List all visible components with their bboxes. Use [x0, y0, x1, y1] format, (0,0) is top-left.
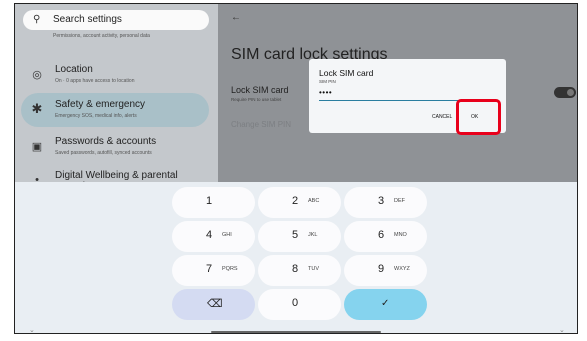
back-arrow-icon[interactable]: ← — [231, 12, 241, 23]
lock-sim-toggle[interactable] — [554, 87, 576, 98]
key-letters: WXYZ — [394, 266, 410, 272]
key-4[interactable]: 4 GHI — [172, 221, 255, 252]
settings-sidebar: ⚲ Search settings Permissions, account a… — [15, 4, 218, 192]
lock-sim-title[interactable]: Lock SIM card — [231, 85, 289, 95]
numeric-keypad: 1 2 ABC 3 DEF 4 GHI 5 JKL 6 MNO 7 PQRS 8… — [15, 182, 577, 333]
key-letters: PQRS — [222, 266, 238, 272]
search-bar[interactable]: ⚲ Search settings — [23, 10, 209, 30]
key-digit: 8 — [292, 263, 299, 275]
sidebar-item-subtitle: On · 0 apps have access to location — [55, 78, 135, 84]
key-digit: 6 — [378, 229, 385, 241]
key-digit: 0 — [292, 297, 299, 309]
key-5[interactable]: 5 JKL — [258, 221, 341, 252]
change-pin-item: Change SIM PIN — [231, 120, 292, 129]
enter-key[interactable]: ✓ — [344, 289, 427, 320]
pin-input[interactable]: •••• — [319, 88, 332, 97]
key-letters: DEF — [394, 198, 405, 204]
key-digit: 3 — [378, 195, 385, 207]
key-digit: 4 — [206, 229, 213, 241]
gesture-nav-bar[interactable] — [211, 331, 381, 333]
key-letters: MNO — [394, 232, 407, 238]
sidebar-item-safety[interactable]: ✱ Safety & emergency Emergency SOS, medi… — [21, 93, 209, 127]
backspace-icon: ⌫ — [207, 298, 223, 310]
privacy-subtitle: Permissions, account activity, personal … — [53, 33, 150, 39]
sidebar-item-title: Safety & emergency — [55, 99, 146, 110]
accounts-icon: ▣ — [31, 141, 43, 153]
keyboard-icon[interactable]: ⌄ — [559, 326, 565, 333]
key-digit: 2 — [292, 195, 299, 207]
search-placeholder: Search settings — [53, 14, 122, 25]
sidebar-item-title: Passwords & accounts — [55, 136, 157, 147]
key-letters: ABC — [308, 198, 320, 204]
key-digit: 7 — [206, 263, 213, 275]
sidebar-item-subtitle: Emergency SOS, medical info, alerts — [55, 113, 137, 119]
sidebar-item-passwords[interactable]: ▣ Passwords & accounts Saved passwords, … — [21, 130, 209, 164]
key-0[interactable]: 0 — [258, 289, 341, 320]
chevron-down-icon[interactable]: ⌄ — [29, 326, 35, 333]
key-digit: 9 — [378, 263, 385, 275]
cancel-button[interactable]: CANCEL — [432, 114, 452, 120]
lock-sim-subtitle: Require PIN to use tablet — [231, 97, 282, 102]
key-3[interactable]: 3 DEF — [344, 187, 427, 218]
key-1[interactable]: 1 — [172, 187, 255, 218]
key-letters: TUV — [308, 266, 319, 272]
emergency-icon: ✱ — [31, 101, 43, 116]
key-8[interactable]: 8 TUV — [258, 255, 341, 286]
backspace-key[interactable]: ⌫ — [172, 289, 255, 320]
key-7[interactable]: 7 PQRS — [172, 255, 255, 286]
screen-frame: ⚲ Search settings Permissions, account a… — [14, 3, 578, 334]
dialog-title: Lock SIM card — [319, 68, 374, 78]
key-digit: 5 — [292, 229, 299, 241]
sidebar-item-subtitle: Saved passwords, autofill, synced accoun… — [55, 150, 152, 156]
key-letters: JKL — [308, 232, 318, 238]
key-digit: 1 — [206, 195, 213, 207]
key-letters: GHI — [222, 232, 232, 238]
key-6[interactable]: 6 MNO — [344, 221, 427, 252]
sidebar-item-title: Location — [55, 64, 93, 75]
key-2[interactable]: 2 ABC — [258, 187, 341, 218]
ok-highlight-box — [456, 99, 501, 135]
search-icon: ⚲ — [33, 14, 41, 25]
location-icon: ◎ — [32, 69, 42, 81]
key-9[interactable]: 9 WXYZ — [344, 255, 427, 286]
sidebar-item-location[interactable]: ◎ Location On · 0 apps have access to lo… — [21, 58, 209, 92]
pin-field-label: SIM PIN — [319, 79, 336, 84]
checkmark-icon: ✓ — [381, 298, 390, 309]
